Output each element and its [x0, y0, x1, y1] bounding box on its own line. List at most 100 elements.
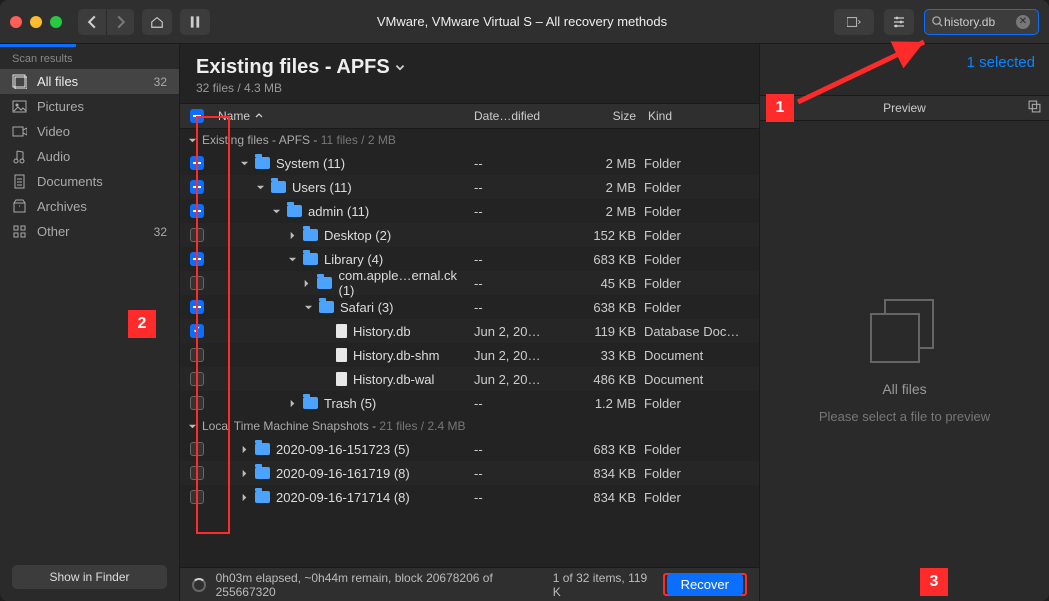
row-checkbox[interactable]	[190, 204, 204, 218]
row-checkbox[interactable]	[190, 156, 204, 170]
disclosure-right-icon[interactable]	[240, 442, 249, 457]
disclosure-down-icon[interactable]	[240, 156, 249, 171]
header-checkbox[interactable]	[190, 109, 204, 123]
row-checkbox[interactable]	[190, 442, 204, 456]
disclosure-right-icon[interactable]	[240, 466, 249, 481]
clear-search-icon[interactable]: ✕	[1016, 15, 1030, 29]
disclosure-right-icon[interactable]	[302, 276, 311, 291]
file-date: --	[474, 490, 564, 505]
back-button[interactable]	[78, 9, 106, 35]
sidebar-section-label: Scan results	[0, 47, 179, 69]
spinner-icon	[192, 578, 206, 592]
table-row[interactable]: System (11)--2 MBFolder	[180, 151, 759, 175]
annotation-3: 3	[920, 568, 948, 596]
disclosure-down-icon[interactable]	[256, 180, 265, 195]
sidebar-item-video[interactable]: Video	[0, 119, 179, 144]
disclosure-down-icon[interactable]	[288, 252, 297, 267]
table-row[interactable]: History.db-walJun 2, 20…486 KBDocument	[180, 367, 759, 391]
column-kind[interactable]: Kind	[644, 109, 759, 123]
table-row[interactable]: Users (11)--2 MBFolder	[180, 175, 759, 199]
maximize-icon[interactable]	[50, 16, 62, 28]
folder-icon	[303, 253, 318, 265]
preview-hint: Please select a file to preview	[819, 409, 990, 424]
row-checkbox[interactable]	[190, 276, 204, 290]
disclosure-down-icon[interactable]	[188, 136, 198, 145]
annotation-2: 2	[128, 310, 156, 338]
content-heading[interactable]: Existing files - APFS	[196, 56, 406, 79]
settings-button[interactable]	[884, 9, 914, 35]
table-row[interactable]: 2020-09-16-161719 (8)--834 KBFolder	[180, 461, 759, 485]
sidebar-item-audio[interactable]: Audio	[0, 144, 179, 169]
disclosure-right-icon[interactable]	[288, 228, 297, 243]
table-row[interactable]: 2020-09-16-171714 (8)--834 KBFolder	[180, 485, 759, 509]
file-kind: Document	[644, 348, 759, 363]
minimize-icon[interactable]	[30, 16, 42, 28]
column-name[interactable]: Name	[214, 109, 474, 123]
files-stack-icon	[870, 299, 940, 369]
folder-icon	[317, 277, 332, 289]
column-size[interactable]: Size	[564, 109, 644, 123]
pause-button[interactable]	[180, 9, 210, 35]
row-checkbox[interactable]	[190, 228, 204, 242]
forward-button[interactable]	[106, 9, 134, 35]
file-name: History.db	[353, 324, 411, 339]
table-row[interactable]: com.apple…ernal.ck (1)--45 KBFolder	[180, 271, 759, 295]
row-checkbox[interactable]	[190, 396, 204, 410]
table-row[interactable]: admin (11)--2 MBFolder	[180, 199, 759, 223]
folder-icon	[255, 467, 270, 479]
sidebar-item-all-files[interactable]: All files32	[0, 69, 179, 94]
table-row[interactable]: Desktop (2)152 KBFolder	[180, 223, 759, 247]
file-kind: Folder	[644, 252, 759, 267]
row-checkbox[interactable]	[190, 490, 204, 504]
sidebar-item-archives[interactable]: Archives	[0, 194, 179, 219]
row-checkbox[interactable]	[190, 300, 204, 314]
file-date: --	[474, 180, 564, 195]
table-row[interactable]: Trash (5)--1.2 MBFolder	[180, 391, 759, 415]
file-kind: Folder	[644, 276, 759, 291]
folder-icon	[255, 157, 270, 169]
row-checkbox[interactable]	[190, 180, 204, 194]
disclosure-right-icon[interactable]	[240, 490, 249, 505]
status-bar: 0h03m elapsed, ~0h44m remain, block 2067…	[180, 567, 759, 601]
disclosure-down-icon[interactable]	[272, 204, 281, 219]
row-checkbox[interactable]	[190, 372, 204, 386]
annotation-box-3: Recover	[663, 573, 747, 596]
close-icon[interactable]	[10, 16, 22, 28]
group-header[interactable]: Local Time Machine Snapshots - 21 files …	[180, 415, 759, 437]
disclosure-down-icon[interactable]	[304, 300, 313, 315]
expand-preview-icon[interactable]	[1028, 100, 1041, 116]
sidebar-item-documents[interactable]: Documents	[0, 169, 179, 194]
file-name: Users (11)	[292, 180, 352, 195]
selected-count[interactable]: 1 selected	[760, 44, 1049, 71]
show-in-finder-button[interactable]: Show in Finder	[12, 565, 167, 589]
annotation-1: 1	[766, 94, 794, 122]
file-table-body[interactable]: Existing files - APFS - 11 files / 2 MBS…	[180, 129, 759, 567]
chevron-right-icon	[114, 15, 128, 29]
home-button[interactable]	[142, 9, 172, 35]
table-row[interactable]: 2020-09-16-151723 (5)--683 KBFolder	[180, 437, 759, 461]
file-kind: Folder	[644, 300, 759, 315]
disclosure-right-icon[interactable]	[288, 396, 297, 411]
file-size: 152 KB	[564, 228, 644, 243]
sidebar-item-label: Archives	[37, 199, 87, 214]
sidebar-item-pictures[interactable]: Pictures	[0, 94, 179, 119]
column-date[interactable]: Date…dified	[474, 109, 564, 123]
disclosure-down-icon[interactable]	[188, 422, 198, 431]
search-input[interactable]	[944, 15, 1016, 29]
table-row[interactable]: History.db-shmJun 2, 20…33 KBDocument	[180, 343, 759, 367]
file-date: Jun 2, 20…	[474, 372, 564, 387]
file-kind: Folder	[644, 442, 759, 457]
row-checkbox[interactable]	[190, 466, 204, 480]
table-row[interactable]: History.dbJun 2, 20…119 KBDatabase Doc…	[180, 319, 759, 343]
recover-button[interactable]: Recover	[667, 573, 743, 596]
sidebar-item-other[interactable]: Other32	[0, 219, 179, 244]
view-mode-button[interactable]	[834, 9, 874, 35]
row-checkbox[interactable]	[190, 348, 204, 362]
search-box[interactable]: ✕	[924, 9, 1039, 35]
group-header[interactable]: Existing files - APFS - 11 files / 2 MB	[180, 129, 759, 151]
file-size: 2 MB	[564, 204, 644, 219]
row-checkbox[interactable]	[190, 324, 204, 338]
row-checkbox[interactable]	[190, 252, 204, 266]
table-row[interactable]: Safari (3)--638 KBFolder	[180, 295, 759, 319]
folder-icon	[255, 443, 270, 455]
